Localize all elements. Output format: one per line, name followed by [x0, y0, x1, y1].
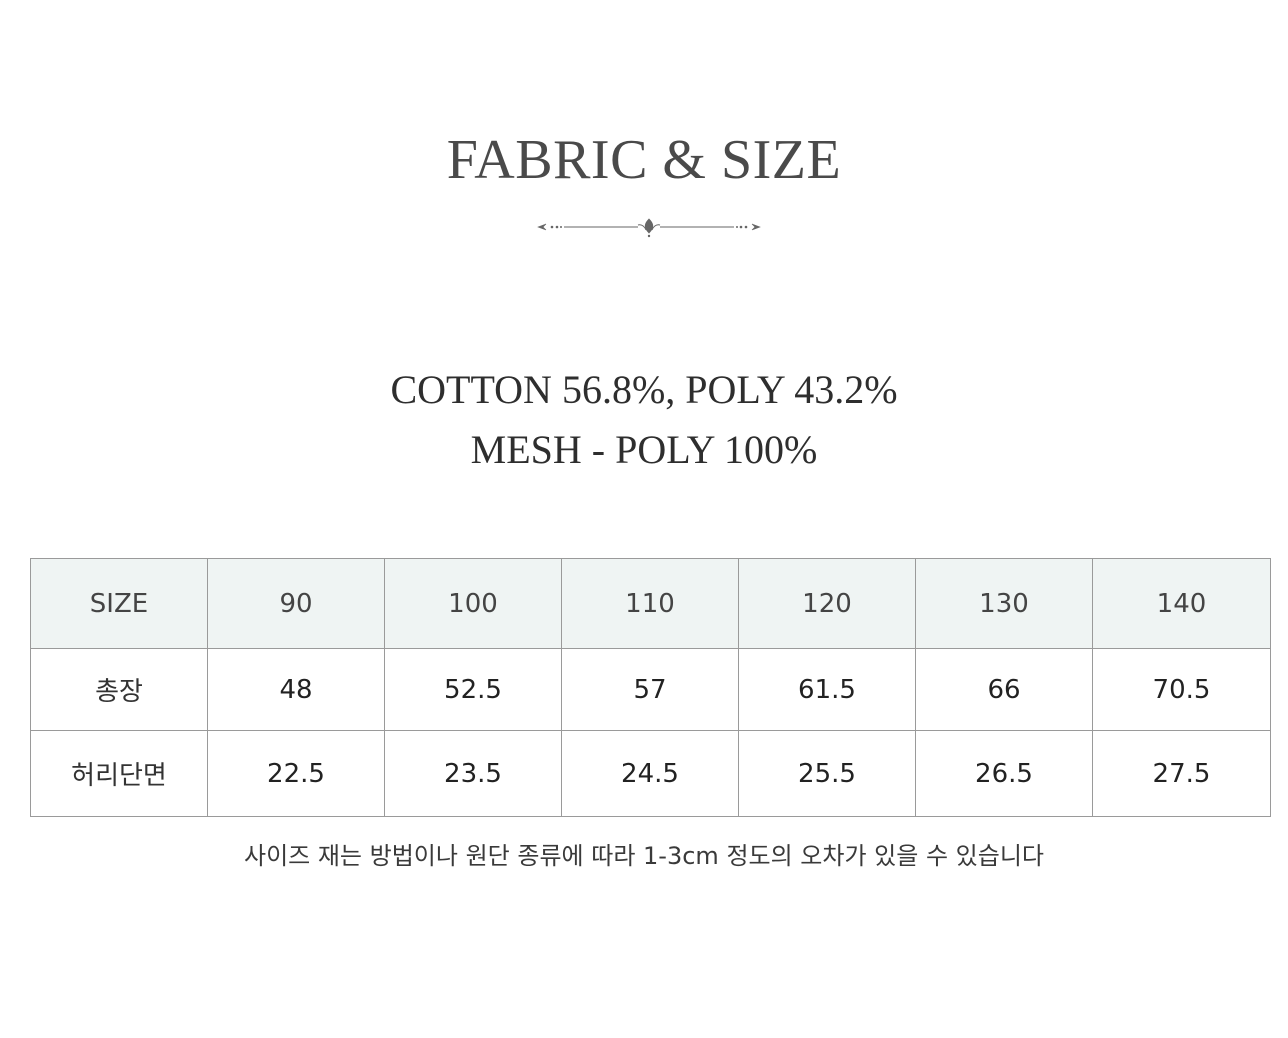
header-cell: 110	[561, 558, 739, 649]
table-cell: 70.5	[1092, 648, 1271, 731]
table-row: 총장 48 52.5 57 61.5 66 70.5	[30, 648, 1271, 731]
table-cell: 25.5	[738, 730, 916, 817]
table-header-row: SIZE 90 100 110 120 130 140	[30, 558, 1271, 649]
header-cell: 140	[1092, 558, 1271, 649]
header-cell: 90	[207, 558, 385, 649]
divider-ornament	[537, 218, 761, 238]
table-cell: 24.5	[561, 730, 739, 817]
fabric-composition-line2: MESH - POLY 100%	[470, 427, 818, 472]
header-cell: 100	[384, 558, 562, 649]
header-cell: 130	[915, 558, 1093, 649]
page-title: FABRIC & SIZE	[446, 129, 842, 191]
measurement-note: 사이즈 재는 방법이나 원단 종류에 따라 1-3cm 정도의 오차가 있을 수…	[243, 842, 1044, 870]
table-cell: 52.5	[384, 648, 562, 731]
table-cell: 26.5	[915, 730, 1093, 817]
header-cell: SIZE	[30, 558, 208, 649]
table-cell: 27.5	[1092, 730, 1271, 817]
table-cell: 22.5	[207, 730, 385, 817]
fabric-composition-line1: COTTON 56.8%, POLY 43.2%	[390, 367, 898, 412]
size-table: SIZE 90 100 110 120 130 140 총장 48 52.5 5…	[30, 558, 1271, 817]
table-cell: 23.5	[384, 730, 562, 817]
row-label: 허리단면	[30, 730, 208, 817]
table-cell: 66	[915, 648, 1093, 731]
table-cell: 61.5	[738, 648, 916, 731]
table-cell: 48	[207, 648, 385, 731]
table-row: 허리단면 22.5 23.5 24.5 25.5 26.5 27.5	[30, 730, 1271, 817]
table-cell: 57	[561, 648, 739, 731]
header-cell: 120	[738, 558, 916, 649]
row-label: 총장	[30, 648, 208, 731]
